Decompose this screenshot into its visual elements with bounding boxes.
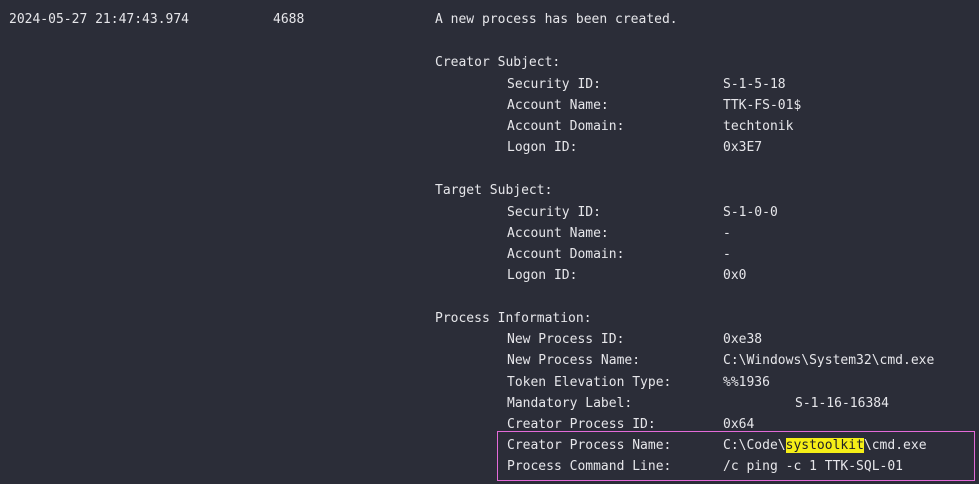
event-timestamp: 2024-05-27 21:47:43.974 — [9, 12, 190, 27]
event-message: A new process has been created. — [435, 12, 678, 27]
target-logon-id: 0x0 — [723, 268, 747, 283]
creator-account-name-label: Account Name: — [507, 98, 609, 113]
creator-process-name: C:\Code\systoolkit\cmd.exe — [723, 438, 927, 454]
search-highlight: systoolkit — [785, 438, 864, 453]
target-subject-header: Target Subject: — [435, 183, 553, 198]
token-elevation-type: %%1936 — [723, 375, 770, 390]
process-command-line: /c ping -c 1 TTK-SQL-01 — [723, 459, 904, 474]
process-information-header: Process Information: — [435, 311, 592, 326]
token-elevation-type-label: Token Elevation Type: — [507, 375, 672, 390]
target-security-id: S-1-0-0 — [723, 205, 778, 220]
creator-security-id-label: Security ID: — [507, 77, 601, 92]
mandatory-label: S-1-16-16384 — [795, 396, 889, 411]
target-security-id-label: Security ID: — [507, 205, 601, 220]
target-account-domain: - — [723, 247, 731, 262]
creator-account-domain: techtonik — [723, 119, 794, 134]
creator-process-name-label: Creator Process Name: — [507, 438, 672, 453]
creator-subject-header: Creator Subject: — [435, 55, 561, 70]
target-account-name: - — [723, 226, 731, 241]
target-account-domain-label: Account Domain: — [507, 247, 625, 262]
mandatory-label-label: Mandatory Label: — [507, 396, 633, 411]
target-account-name-label: Account Name: — [507, 226, 609, 241]
creator-process-name-suffix: \cmd.exe — [863, 438, 927, 453]
creator-account-domain-label: Account Domain: — [507, 119, 625, 134]
new-process-id-label: New Process ID: — [507, 332, 625, 347]
process-command-line-label: Process Command Line: — [507, 459, 672, 474]
new-process-name: C:\Windows\System32\cmd.exe — [723, 353, 935, 368]
creator-security-id: S-1-5-18 — [723, 77, 786, 92]
creator-logon-id-label: Logon ID: — [507, 140, 578, 155]
creator-logon-id: 0x3E7 — [723, 140, 763, 155]
target-logon-id-label: Logon ID: — [507, 268, 578, 283]
creator-process-name-prefix: C:\Code\ — [723, 438, 786, 453]
new-process-name-label: New Process Name: — [507, 353, 641, 368]
new-process-id: 0xe38 — [723, 332, 763, 347]
event-id: 4688 — [273, 12, 305, 27]
creator-account-name: TTK-FS-01$ — [723, 98, 802, 113]
